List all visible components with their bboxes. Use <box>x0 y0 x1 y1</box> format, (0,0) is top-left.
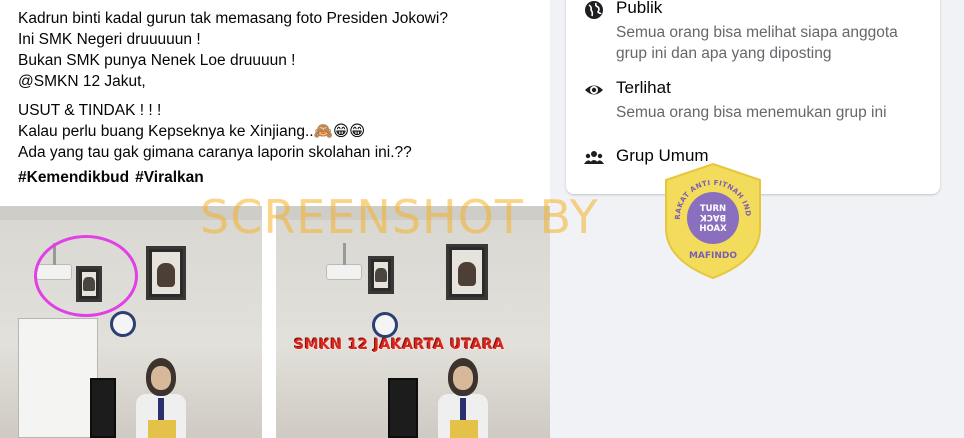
post-card: Kadrun binti kadal gurun tak memasang fo… <box>0 0 550 438</box>
post-line: Kalau perlu buang Kepseknya ke Xinjiang.… <box>18 123 366 140</box>
mafindo-badge-logo: MASYARAKAT ANTI FITNAH INDONESIA TURN BA… <box>662 162 761 280</box>
people-icon <box>584 151 604 164</box>
post-line: Ada yang tau gak gimana caranya laporin … <box>18 144 412 161</box>
post-photo-right[interactable] <box>276 206 550 438</box>
portrait-frame <box>146 246 186 300</box>
whiteboard <box>18 318 98 438</box>
about-title: Publik <box>616 0 663 17</box>
hashtags: #Kemendikbud #Viralkan <box>18 167 538 188</box>
post-line: USUT & TINDAK ! ! ! <box>18 102 162 119</box>
badge-center-text: HOAX <box>699 224 727 234</box>
person <box>136 358 186 438</box>
badge-center-text: BACK <box>700 212 726 222</box>
post-line: @SMKN 12 Jakut, <box>18 73 146 90</box>
hashtag-link[interactable]: #Kemendikbud <box>18 169 129 186</box>
monitor <box>90 378 116 438</box>
eye-icon <box>585 85 603 95</box>
badge-bottom-text: MAFINDO <box>689 251 737 261</box>
person <box>438 358 488 438</box>
about-desc: Semua orang bisa menemukan grup ini <box>616 104 887 121</box>
hashtag-link[interactable]: #Viralkan <box>135 169 204 186</box>
about-desc: Semua orang bisa melihat siapa anggota g… <box>616 24 898 62</box>
about-title: Terlihat <box>616 78 671 97</box>
monitor <box>388 378 418 438</box>
highlight-circle <box>34 235 138 317</box>
globe-icon <box>585 1 603 19</box>
wall-clock <box>110 311 136 337</box>
post-line: Kadrun binti kadal gurun tak memasang fo… <box>18 10 448 27</box>
portrait-frame <box>446 244 488 300</box>
post-photo-left[interactable] <box>0 206 262 438</box>
garuda-frame <box>368 256 394 294</box>
post-line: Bukan SMK punya Nenek Loe druuuun ! <box>18 52 296 69</box>
wall-clock <box>372 312 398 338</box>
post-text: Kadrun binti kadal gurun tak memasang fo… <box>18 8 538 188</box>
photo-caption: SMKN 12 JAKARTA UTARA <box>294 337 505 353</box>
post-line: Ini SMK Negeri druuuuun ! <box>18 31 201 48</box>
